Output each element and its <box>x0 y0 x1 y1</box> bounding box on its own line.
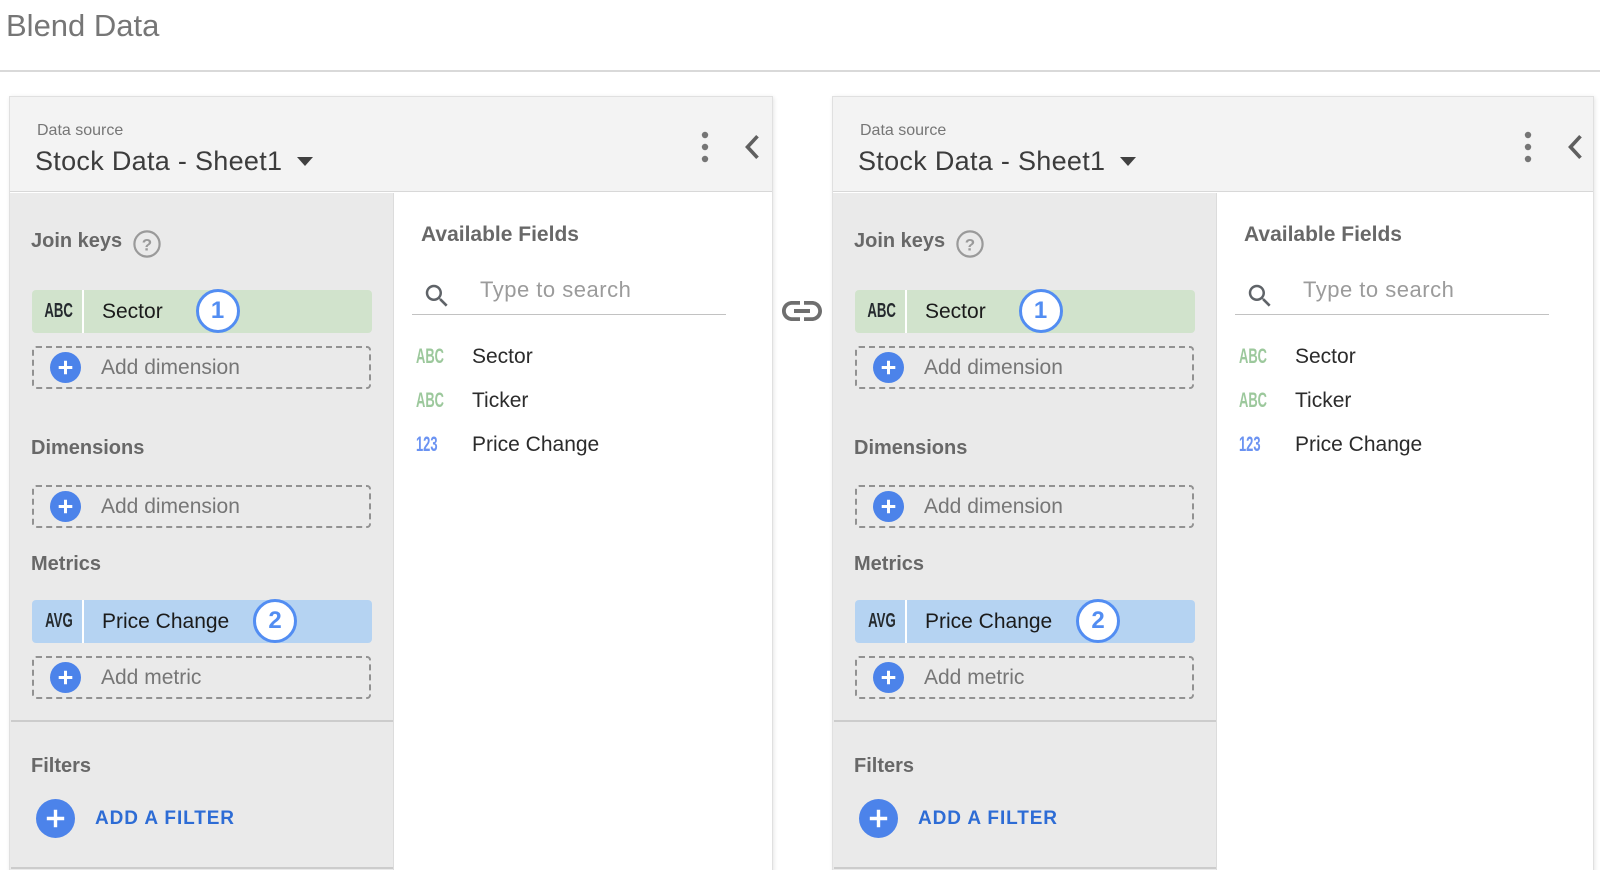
svg-text:?: ? <box>965 236 975 255</box>
svg-text:?: ? <box>142 236 152 255</box>
